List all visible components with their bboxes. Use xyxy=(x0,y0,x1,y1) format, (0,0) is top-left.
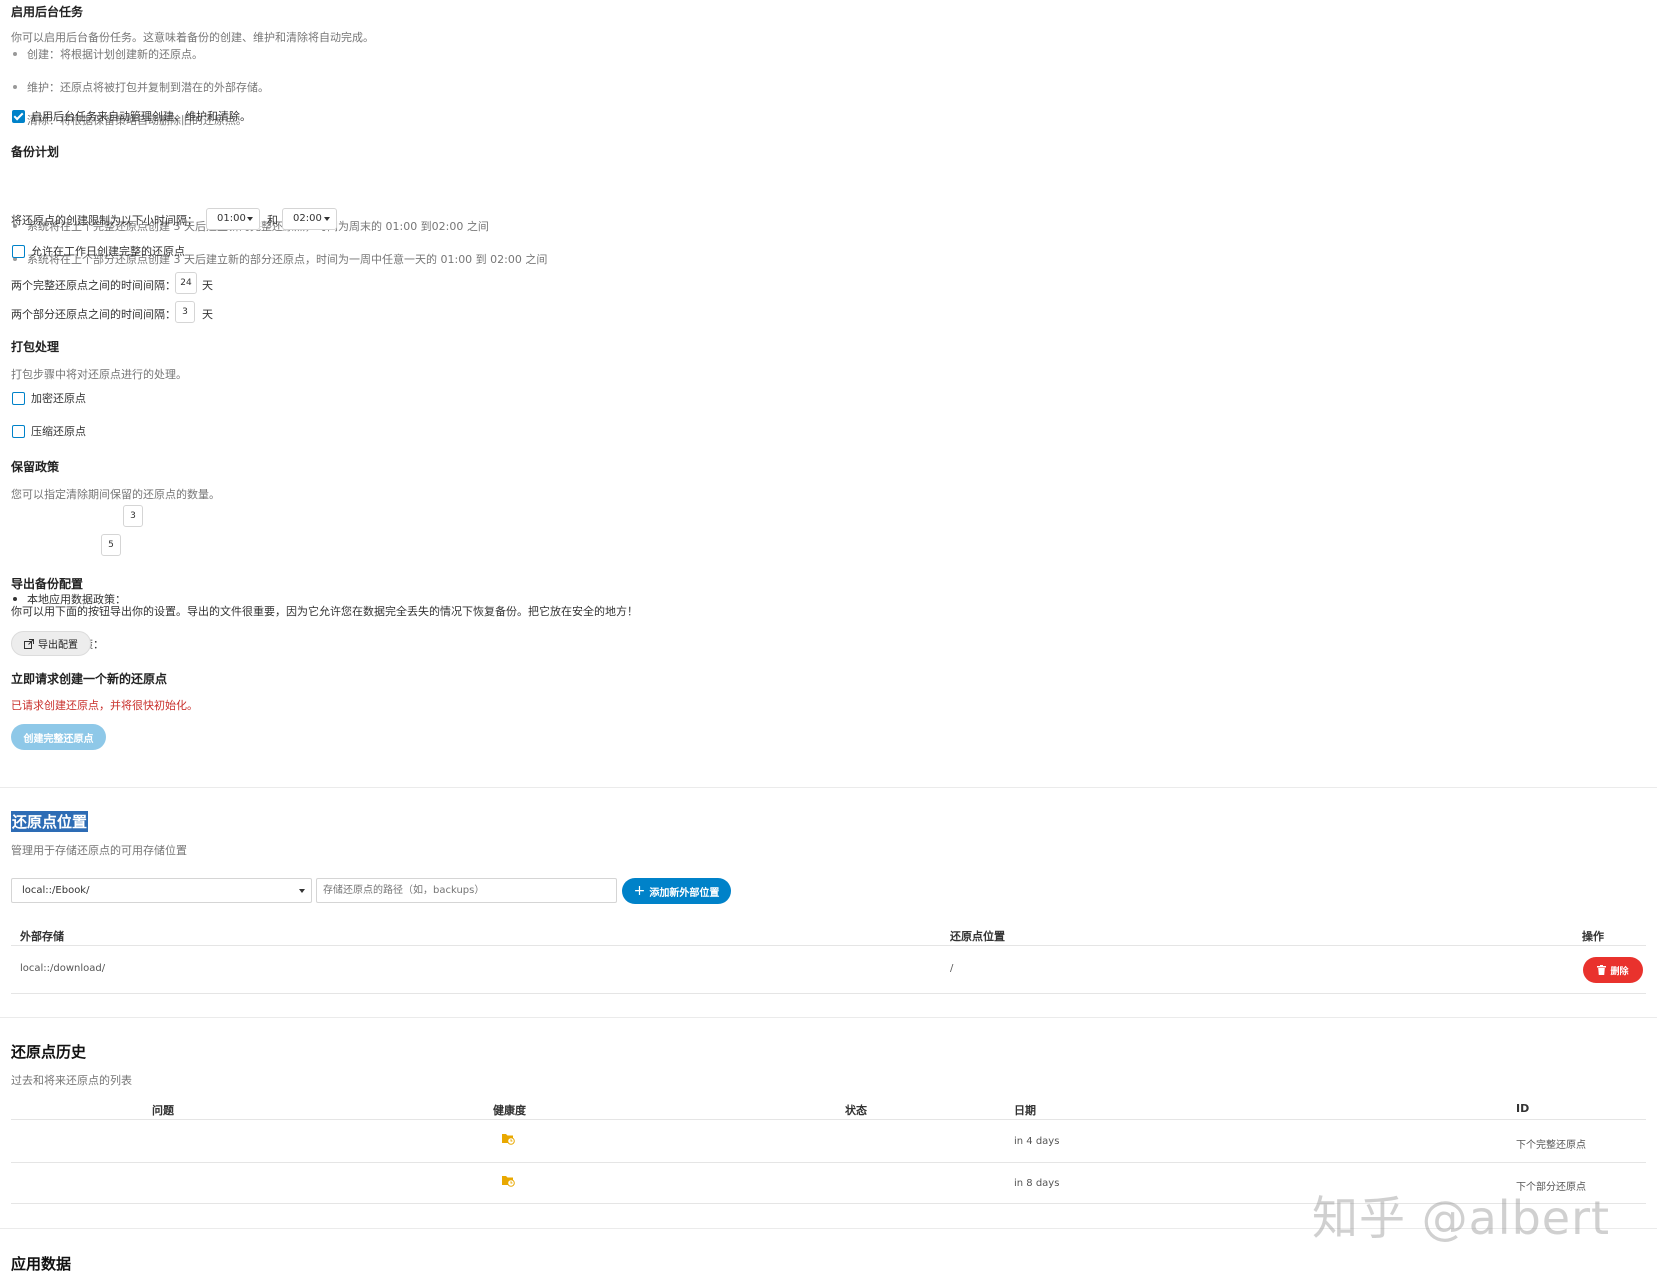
watermark: 知乎 @albert xyxy=(1312,1191,1611,1245)
retention-desc: 您可以指定清除期间保留的还原点的数量。 xyxy=(11,488,220,501)
table-header-line xyxy=(11,1119,1646,1120)
weekday-full-label: 允许在工作日创建完整的还原点 xyxy=(31,245,185,258)
compress-label: 压缩还原点 xyxy=(31,425,86,438)
locations-title: 还原点位置 xyxy=(11,811,89,832)
request-status: 已请求创建还原点，并将很快初始化。 xyxy=(11,699,198,712)
export-config-button[interactable]: 导出配置 xyxy=(11,631,91,656)
and-label: 和 xyxy=(267,214,278,227)
external-link-icon xyxy=(24,638,34,649)
to-time-select[interactable]: 02:00 xyxy=(282,208,337,230)
from-time-select[interactable]: 01:00 xyxy=(206,208,260,230)
col-external-storage: 外部存储 xyxy=(20,930,64,943)
full-interval-label: 两个完整还原点之间的时间间隔： xyxy=(11,279,176,292)
checkbox-empty-icon[interactable] xyxy=(12,244,25,258)
packing-title: 打包处理 xyxy=(11,340,60,354)
checkbox-empty-icon[interactable] xyxy=(12,424,25,438)
history-title: 还原点历史 xyxy=(11,1043,87,1061)
partial-interval-input[interactable]: 3 xyxy=(175,301,195,323)
col-status: 状态 xyxy=(845,1104,867,1117)
date-cell: in 8 days xyxy=(1014,1178,1060,1189)
table-header-line xyxy=(11,945,1646,946)
local-policy-input[interactable]: 3 xyxy=(123,505,143,527)
enable-background-tasks-checkbox[interactable]: 启用后台任务来自动管理创建、维护和清除。 xyxy=(12,108,251,124)
compress-checkbox[interactable]: 压缩还原点 xyxy=(12,423,86,439)
chevron-down-icon xyxy=(324,217,330,221)
path-input[interactable] xyxy=(316,878,617,903)
history-desc: 过去和将来还原点的列表 xyxy=(11,1074,132,1087)
to-time-value: 02:00 xyxy=(293,213,322,224)
chevron-down-icon xyxy=(247,217,253,221)
storage-select[interactable]: local::/Ebook/ xyxy=(11,878,312,903)
encrypt-label: 加密还原点 xyxy=(31,392,86,405)
col-restore-location: 还原点位置 xyxy=(950,930,1005,943)
storage-select-value: local::/Ebook/ xyxy=(22,885,90,896)
background-tasks-title: 启用后台任务 xyxy=(11,5,84,19)
app-data-title: 应用数据 xyxy=(11,1255,72,1273)
locations-desc: 管理用于存储还原点的可用存储位置 xyxy=(11,844,187,857)
schedule-title: 备份计划 xyxy=(11,145,60,159)
col-health: 健康度 xyxy=(493,1104,526,1117)
external-policy-input[interactable]: 5 xyxy=(101,534,121,556)
bullet-create: 创建：将根据计划创建新的还原点。 xyxy=(11,46,1657,62)
weekday-full-checkbox[interactable]: 允许在工作日创建完整的还原点 xyxy=(12,243,185,259)
from-time-value: 01:00 xyxy=(217,213,246,224)
enable-background-tasks-label: 启用后台任务来自动管理创建、维护和清除。 xyxy=(31,110,251,123)
request-title: 立即请求创建一个新的还原点 xyxy=(11,672,168,686)
section-divider xyxy=(0,1017,1657,1018)
checkbox-checked-icon[interactable] xyxy=(12,109,25,123)
id-cell: 下个完整还原点 xyxy=(1516,1140,1586,1151)
delete-button[interactable]: 删除 xyxy=(1583,957,1643,983)
create-full-restore-point-button[interactable]: 创建完整还原点 xyxy=(11,724,106,750)
partial-interval-unit: 天 xyxy=(202,308,213,321)
col-actions: 操作 xyxy=(1582,930,1604,943)
bullet-maintain: 维护：还原点将被打包并复制到潜在的外部存储。 xyxy=(11,79,1657,95)
checkbox-empty-icon[interactable] xyxy=(12,391,25,405)
partial-interval-label: 两个部分还原点之间的时间间隔： xyxy=(11,308,176,321)
pending-clock-icon xyxy=(502,1134,515,1145)
path-cell: / xyxy=(950,963,954,974)
delete-label: 删除 xyxy=(1610,966,1629,977)
packing-desc: 打包步骤中将对还原点进行的处理。 xyxy=(11,368,187,381)
chevron-down-icon xyxy=(299,889,305,893)
export-title: 导出备份配置 xyxy=(11,577,84,591)
section-divider xyxy=(0,787,1657,788)
encrypt-checkbox[interactable]: 加密还原点 xyxy=(12,390,86,406)
add-external-location-label: 添加新外部位置 xyxy=(649,887,720,899)
col-id: ID xyxy=(1516,1102,1530,1115)
full-interval-unit: 天 xyxy=(202,279,213,292)
external-policy-label: 外部存储政策： xyxy=(11,636,1657,652)
full-interval-input[interactable]: 24 xyxy=(175,272,197,294)
pending-clock-icon xyxy=(502,1176,515,1187)
trash-icon xyxy=(1597,965,1607,975)
storage-cell: local::/download/ xyxy=(20,963,106,974)
table-row-line xyxy=(11,1162,1646,1163)
col-date: 日期 xyxy=(1014,1104,1036,1117)
export-desc: 你可以用下面的按钮导出你的设置。导出的文件很重要，因为它允许您在数据完全丢失的情… xyxy=(11,605,638,618)
export-config-label: 导出配置 xyxy=(38,640,78,651)
bullet-purge: 清除：将根据保留策略自动删除旧的还原点。 xyxy=(11,112,1657,128)
time-limit-label: 将还原点的创建限制为以下小时间隔： xyxy=(11,214,198,227)
background-tasks-desc: 你可以启用后台备份任务。这意味着备份的创建、维护和清除将自动完成。 xyxy=(11,31,374,44)
schedule-bullet-partial: 系统将在上个部分还原点创建 3 天后建立新的部分还原点，时间为一周中任意一天的 … xyxy=(11,251,1657,267)
retention-title: 保留政策 xyxy=(11,460,60,474)
add-external-location-button[interactable]: + 添加新外部位置 xyxy=(622,878,731,904)
plus-icon: + xyxy=(633,883,646,899)
date-cell: in 4 days xyxy=(1014,1136,1060,1147)
table-row-line xyxy=(11,993,1646,994)
col-issues: 问题 xyxy=(152,1104,174,1117)
